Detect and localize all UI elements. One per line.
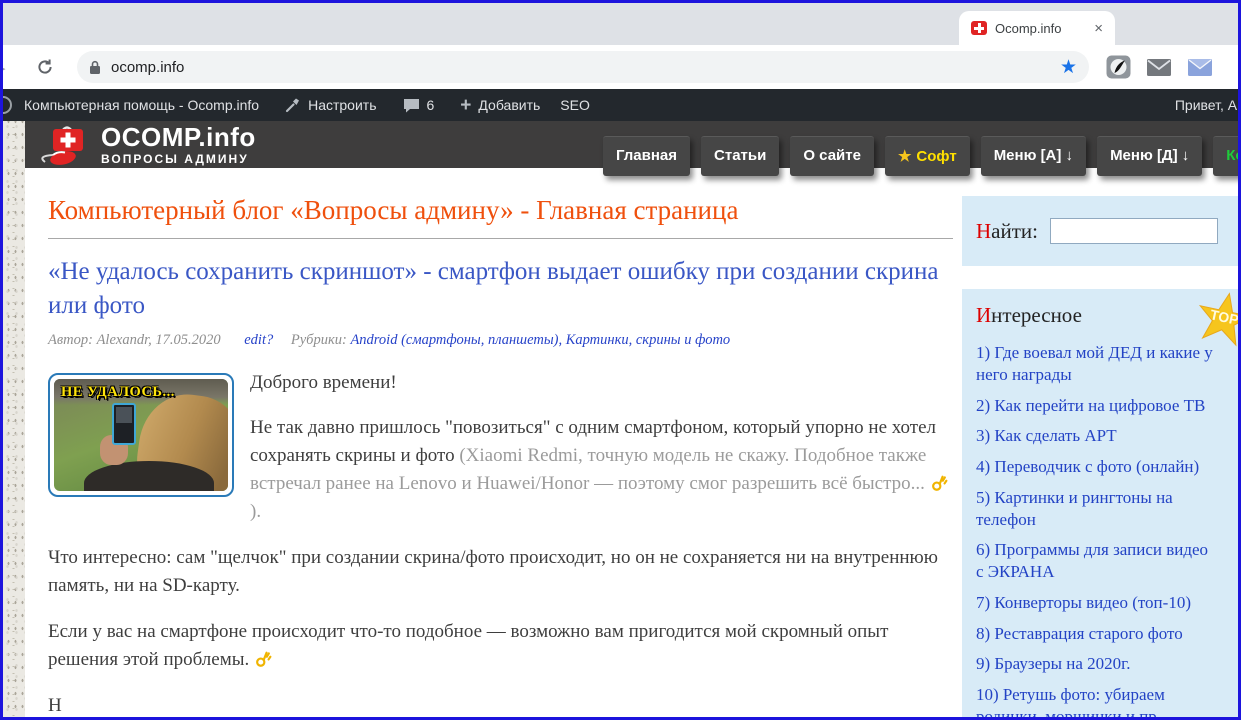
sidebar-search-input[interactable]: [1050, 218, 1218, 244]
mail-dark-extension-icon[interactable]: [1146, 55, 1172, 79]
ok-hand-emoji: [930, 474, 948, 492]
wp-customize-item[interactable]: Настроить: [285, 97, 376, 113]
top-star-icon: TOP: [1191, 286, 1238, 352]
page-background-texture: [3, 121, 25, 717]
paragraph-problem: Что интересно: сам "щелчок" при создании…: [48, 544, 953, 600]
interesting-link-3[interactable]: 3) Как сделать АРТ: [976, 425, 1214, 447]
site-header: OCOMP.info ВОПРОСЫ АДМИНУ Главная Статьи…: [25, 121, 1238, 168]
plus-icon: +: [460, 96, 471, 115]
tab-close-icon[interactable]: ×: [1094, 21, 1103, 36]
ok-hand-emoji: [254, 650, 272, 668]
brush-icon: [285, 97, 301, 113]
sidebar-search-widget: Найти:: [962, 196, 1238, 266]
site-subtitle: ВОПРОСЫ АДМИНУ: [101, 152, 256, 166]
paragraph-intro-tail: ).: [250, 501, 261, 522]
interesting-link-7[interactable]: 7) Конверторы видео (топ-10): [976, 592, 1214, 614]
address-bar[interactable]: ocomp.info ★: [77, 51, 1089, 83]
divider: [48, 238, 953, 239]
first-aid-kit-mouse-icon: [39, 124, 93, 166]
search-label: Найти:: [976, 219, 1038, 244]
paragraph-offer-text: Если у вас на смартфоне происходит что-т…: [48, 621, 888, 670]
rubrics-links[interactable]: Android (смартфоны, планшеты), Картинки,…: [350, 332, 730, 348]
search-label-rest: айти:: [991, 219, 1038, 243]
wp-comments-count: 6: [427, 97, 435, 113]
article-thumbnail-photo: НЕ УДАЛОСЬ...: [54, 379, 228, 491]
sidebar: Найти: Интересное TOP 1) Где воевал мой …: [962, 196, 1238, 717]
nav-item-home[interactable]: Главная: [603, 136, 690, 176]
site-favicon-icon: [971, 21, 987, 35]
article-body: НЕ УДАЛОСЬ... Доброго времени! Не так да…: [48, 369, 953, 718]
article-meta: Автор: Alexandr, 17.05.2020 edit? Рубрик…: [48, 332, 953, 349]
interesting-link-5[interactable]: 5) Картинки и рингтоны на телефон: [976, 487, 1214, 531]
forward-button-partial[interactable]: ▸: [0, 59, 12, 73]
site-title: OCOMP.info: [101, 124, 256, 150]
interesting-link-1[interactable]: 1) Где воевал мой ДЕД и какие у него наг…: [976, 342, 1214, 386]
wp-logo-icon-partial[interactable]: [0, 96, 12, 114]
wp-admin-bar: Компьютерная помощь - Ocomp.info Настрои…: [3, 89, 1238, 121]
interesting-link-4[interactable]: 4) Переводчик с фото (онлайн): [976, 456, 1214, 478]
nav-item-soft[interactable]: ★ Софт: [885, 136, 970, 176]
site-logo[interactable]: OCOMP.info ВОПРОСЫ АДМИНУ: [39, 124, 256, 166]
interesting-link-9[interactable]: 9) Браузеры на 2020г.: [976, 653, 1214, 675]
browser-tab[interactable]: Ocomp.info ×: [959, 11, 1115, 45]
wp-seo-item[interactable]: SEO: [560, 97, 590, 113]
interesting-title-cap: И: [976, 303, 991, 327]
interesting-list: 1) Где воевал мой ДЕД и какие у него наг…: [976, 342, 1238, 717]
wp-site-name[interactable]: Компьютерная помощь - Ocomp.info: [24, 97, 259, 113]
site-logo-text: OCOMP.info ВОПРОСЫ АДМИНУ: [101, 124, 256, 166]
nav-item-soft-label: Софт: [916, 148, 956, 165]
bookmark-star-icon[interactable]: ★: [1060, 56, 1077, 79]
mail-light-extension-icon[interactable]: [1187, 55, 1213, 79]
web-page: OCOMP.info ВОПРОСЫ АДМИНУ Главная Статьи…: [3, 121, 1238, 717]
page-title: Компьютерный блог «Вопросы админу» - Гла…: [48, 195, 953, 226]
article-thumbnail[interactable]: НЕ УДАЛОСЬ...: [48, 373, 234, 497]
paragraph-partial: Н: [48, 692, 953, 717]
article-author: Автор: Alexandr, 17.05.2020: [48, 332, 221, 348]
wp-add-new-item[interactable]: + Добавить: [460, 96, 540, 115]
edit-link[interactable]: edit?: [244, 332, 273, 348]
lock-icon: [89, 60, 101, 75]
main-navigation: Главная Статьи О сайте ★Софт Меню [А] ↓ …: [603, 136, 1238, 176]
nav-item-about[interactable]: О сайте: [790, 136, 874, 176]
comment-bubble-icon: [403, 98, 420, 113]
sidebar-interesting-widget: Интересное TOP 1) Где воевал мой ДЕД и к…: [962, 289, 1238, 717]
interesting-link-8[interactable]: 8) Реставрация старого фото: [976, 623, 1214, 645]
interesting-link-2[interactable]: 2) Как перейти на цифровое ТВ: [976, 395, 1214, 417]
paragraph-offer: Если у вас на смартфоне происходит что-т…: [48, 618, 953, 674]
rubrics-label: Рубрики:: [291, 332, 347, 348]
wp-comments-item[interactable]: 6: [403, 97, 435, 113]
main-column: Компьютерный блог «Вопросы админу» - Гла…: [48, 121, 953, 717]
wp-customize-label: Настроить: [308, 97, 376, 113]
reload-button[interactable]: [35, 57, 55, 77]
reload-icon: [35, 57, 55, 77]
search-label-cap: Н: [976, 219, 991, 243]
wp-greeting: Привет, Ale: [1175, 97, 1241, 113]
photo-smartphone: [112, 403, 136, 445]
thumbnail-caption: НЕ УДАЛОСЬ...: [61, 382, 175, 403]
interesting-link-6[interactable]: 6) Программы для записи видео с ЭКРАНА: [976, 539, 1214, 583]
star-icon: ★: [898, 148, 911, 165]
article-title[interactable]: «Не удалось сохранить скриншот» - смартф…: [48, 255, 953, 323]
screenshot-extension-icon[interactable]: [1105, 55, 1131, 79]
nav-item-menu-d[interactable]: Меню [Д] ↓: [1097, 136, 1202, 176]
nav-item-menu-a[interactable]: Меню [А] ↓: [981, 136, 1086, 176]
browser-tab-strip: Ocomp.info ×: [3, 3, 1238, 45]
extensions-row: [1105, 55, 1213, 79]
browser-toolbar: ▸ ocomp.info ★: [3, 45, 1238, 89]
nav-item-contact[interactable]: Контакт: [1213, 136, 1238, 176]
wp-add-new-label: Добавить: [478, 97, 540, 113]
interesting-title-rest: нтересное: [991, 303, 1082, 327]
interesting-link-10[interactable]: 10) Ретушь фото: убираем родинки, морщин…: [976, 684, 1214, 717]
screenshot-frame: Ocomp.info × ▸ ocomp.info ★: [0, 0, 1241, 720]
url-text[interactable]: ocomp.info: [111, 59, 184, 76]
nav-item-articles[interactable]: Статьи: [701, 136, 779, 176]
tab-title: Ocomp.info: [995, 21, 1061, 36]
